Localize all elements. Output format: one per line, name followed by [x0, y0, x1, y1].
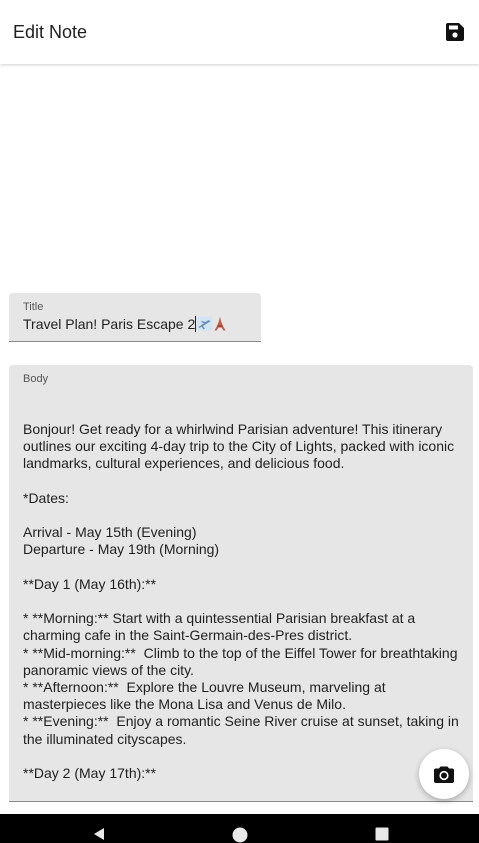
- title-label: Title: [23, 301, 44, 313]
- back-icon: [94, 828, 104, 840]
- body-input[interactable]: Bonjour! Get ready for a whirlwind Paris…: [23, 421, 463, 782]
- title-input[interactable]: Travel Plan! Paris Escape 2: [23, 316, 227, 332]
- system-navigation-bar: [0, 814, 479, 843]
- home-icon: [232, 827, 248, 843]
- edit-note-screen: Edit Note Title Travel Plan! Paris Escap…: [0, 0, 479, 843]
- page-title: Edit Note: [13, 21, 88, 42]
- app-bar: Edit Note: [0, 0, 479, 64]
- title-input-text: Travel Plan! Paris Escape 2: [23, 316, 196, 332]
- save-icon: [446, 23, 464, 41]
- body-field[interactable]: Body Bonjour! Get ready for a whirlwind …: [9, 365, 473, 802]
- recents-icon: [375, 827, 389, 841]
- title-field[interactable]: Title Travel Plan! Paris Escape 2: [9, 293, 261, 342]
- nav-home-button[interactable]: [232, 827, 248, 843]
- body-label: Body: [23, 373, 49, 385]
- airplane-icon: [196, 316, 213, 331]
- camera-button[interactable]: [419, 749, 469, 799]
- nav-recents-button[interactable]: [375, 827, 389, 843]
- camera-icon: [434, 766, 454, 783]
- nav-back-button[interactable]: [92, 827, 106, 843]
- save-button[interactable]: [443, 20, 467, 44]
- eiffel-tower-icon: [214, 316, 226, 331]
